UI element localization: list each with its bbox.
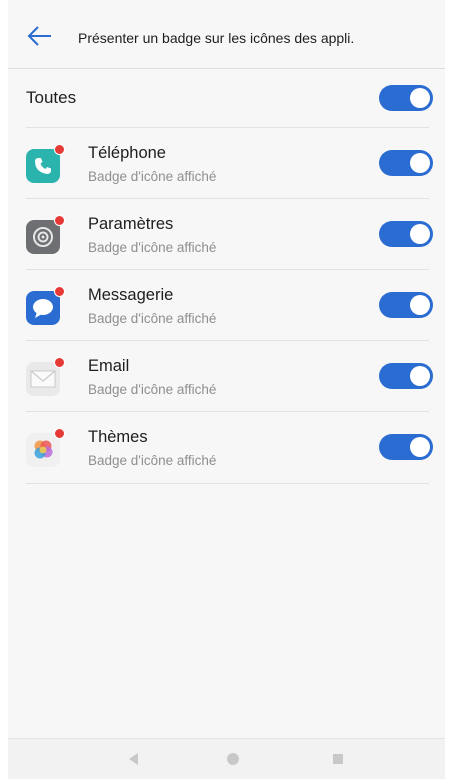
nav-back-icon[interactable] [126, 751, 142, 767]
app-name: Messagerie [88, 286, 174, 304]
settings-icon [26, 215, 65, 254]
all-apps-label: Toutes [26, 88, 77, 107]
all-apps-toggle[interactable] [379, 85, 433, 111]
nav-home-icon[interactable] [225, 751, 241, 767]
app-status: Badge d'icône affiché [88, 382, 217, 397]
notification-badge [54, 357, 65, 368]
app-row-telephone[interactable]: Téléphone Badge d'icône affiché [8, 128, 445, 199]
settings-screen: Présenter un badge sur les icônes des ap… [8, 0, 445, 779]
app-name: Paramètres [88, 215, 174, 233]
toggle-email[interactable] [379, 363, 433, 389]
notification-badge [54, 286, 65, 297]
phone-icon [26, 144, 65, 183]
email-icon [26, 357, 65, 396]
app-name: Email [88, 357, 130, 375]
app-bar: Présenter un badge sur les icônes des ap… [8, 0, 445, 69]
app-status: Badge d'icône affiché [88, 169, 217, 184]
nav-recents-icon[interactable] [330, 751, 346, 767]
notification-badge [54, 428, 65, 439]
app-name: Thèmes [88, 428, 148, 446]
toggle-themes[interactable] [379, 434, 433, 460]
toggle-messagerie[interactable] [379, 292, 433, 318]
app-status: Badge d'icône affiché [88, 453, 217, 468]
back-arrow-icon[interactable] [26, 22, 54, 50]
notification-badge [54, 144, 65, 155]
notification-badge [54, 215, 65, 226]
app-row-themes[interactable]: Thèmes Badge d'icône affiché [8, 412, 445, 483]
toggle-telephone[interactable] [379, 150, 433, 176]
app-name: Téléphone [88, 144, 166, 162]
app-status: Badge d'icône affiché [88, 311, 217, 326]
toggle-parametres[interactable] [379, 221, 433, 247]
app-row-messagerie[interactable]: Messagerie Badge d'icône affiché [8, 270, 445, 341]
all-apps-row[interactable]: Toutes [8, 70, 445, 126]
system-navigation-bar [8, 738, 445, 779]
app-row-email[interactable]: Email Badge d'icône affiché [8, 341, 445, 412]
message-icon [26, 286, 65, 325]
divider [26, 483, 429, 484]
page-title: Présenter un badge sur les icônes des ap… [78, 30, 355, 46]
app-row-parametres[interactable]: Paramètres Badge d'icône affiché [8, 199, 445, 270]
themes-icon [26, 428, 65, 467]
app-status: Badge d'icône affiché [88, 240, 217, 255]
